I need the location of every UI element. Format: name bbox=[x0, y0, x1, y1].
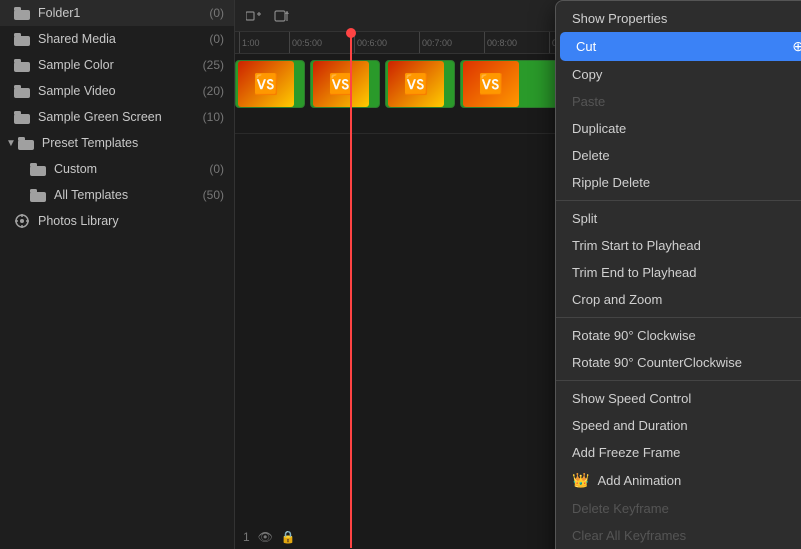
sidebar-item-custom-count: (0) bbox=[209, 162, 224, 176]
menu-item-crop-zoom[interactable]: Crop and Zoom bbox=[556, 286, 801, 313]
folder-icon-video bbox=[14, 83, 30, 99]
eye-icon[interactable]: 👁 bbox=[258, 530, 273, 544]
sidebar-item-folder1-count: (0) bbox=[209, 6, 224, 20]
sidebar-item-color-label: Sample Color bbox=[38, 58, 199, 72]
menu-item-clear-keyframes: Clear All Keyframes bbox=[556, 522, 801, 549]
ruler-mark-4: 00:7:00 bbox=[419, 32, 484, 53]
rotate-ccw-label: Rotate 90° CounterClockwise bbox=[572, 355, 742, 370]
menu-item-freeze-frame[interactable]: Add Freeze Frame bbox=[556, 439, 801, 466]
menu-item-show-properties[interactable]: Show Properties bbox=[556, 5, 801, 32]
ruler-mark-1: 1:00 bbox=[239, 32, 289, 53]
separator-2 bbox=[556, 317, 801, 318]
sidebar-item-all-label: All Templates bbox=[54, 188, 199, 202]
track-clip-3[interactable]: 🆚 bbox=[385, 60, 455, 108]
split-label: Split bbox=[572, 211, 597, 226]
ruler-mark-2: 00:5:00 bbox=[289, 32, 354, 53]
sidebar-item-all-count: (50) bbox=[203, 188, 224, 202]
sidebar-item-shared-media[interactable]: Shared Media (0) bbox=[0, 26, 234, 52]
add-animation-label: Add Animation bbox=[597, 473, 681, 488]
sidebar-item-shared-label: Shared Media bbox=[38, 32, 205, 46]
crop-zoom-label: Crop and Zoom bbox=[572, 292, 662, 307]
menu-item-split[interactable]: Split bbox=[556, 205, 801, 232]
sidebar-item-green-count: (10) bbox=[203, 110, 224, 124]
folder-icon bbox=[14, 5, 30, 21]
import-button[interactable] bbox=[271, 5, 293, 27]
separator-1 bbox=[556, 200, 801, 201]
lock-icon[interactable]: 🔒 bbox=[281, 530, 296, 544]
speed-duration-label: Speed and Duration bbox=[572, 418, 688, 433]
status-bar: 1 👁 🔒 bbox=[235, 526, 304, 548]
copy-label: Copy bbox=[572, 67, 602, 82]
sidebar-item-green-screen[interactable]: Sample Green Screen (10) bbox=[0, 104, 234, 130]
menu-item-rotate-ccw[interactable]: Rotate 90° CounterClockwise bbox=[556, 349, 801, 376]
chevron-down-icon: ▼ bbox=[6, 138, 16, 149]
sidebar-item-custom[interactable]: Custom (0) bbox=[0, 156, 234, 182]
menu-item-copy[interactable]: Copy bbox=[556, 61, 801, 88]
delete-keyframe-label: Delete Keyframe bbox=[572, 501, 669, 516]
trim-start-label: Trim Start to Playhead bbox=[572, 238, 701, 253]
clip-thumbnail-4: 🆚 bbox=[463, 61, 519, 107]
menu-item-trim-start[interactable]: Trim Start to Playhead bbox=[556, 232, 801, 259]
show-speed-label: Show Speed Control bbox=[572, 391, 691, 406]
menu-item-delete[interactable]: Delete bbox=[556, 142, 801, 169]
menu-item-speed-duration[interactable]: Speed and Duration bbox=[556, 412, 801, 439]
show-properties-label: Show Properties bbox=[572, 11, 667, 26]
folder-icon-green bbox=[14, 109, 30, 125]
folder-icon-preset bbox=[18, 135, 34, 151]
paste-label: Paste bbox=[572, 94, 605, 109]
menu-item-cut[interactable]: Cut ⊕ bbox=[560, 32, 801, 61]
frame-number: 1 bbox=[243, 530, 250, 544]
sidebar-item-sample-video[interactable]: Sample Video (20) bbox=[0, 78, 234, 104]
sidebar-item-sample-color[interactable]: Sample Color (25) bbox=[0, 52, 234, 78]
sidebar-item-video-label: Sample Video bbox=[38, 84, 199, 98]
menu-item-rotate-cw[interactable]: Rotate 90° Clockwise bbox=[556, 322, 801, 349]
trim-end-label: Trim End to Playhead bbox=[572, 265, 697, 280]
rotate-cw-label: Rotate 90° Clockwise bbox=[572, 328, 696, 343]
sidebar-item-custom-label: Custom bbox=[54, 162, 205, 176]
gear-icon-photos bbox=[14, 213, 30, 229]
sidebar-item-color-count: (25) bbox=[203, 58, 224, 72]
sidebar-item-photos-library[interactable]: Photos Library bbox=[0, 208, 234, 234]
sidebar-item-photos-label: Photos Library bbox=[38, 214, 224, 228]
folder-icon-shared bbox=[14, 31, 30, 47]
menu-item-add-animation[interactable]: 👑 Add Animation bbox=[556, 466, 801, 495]
freeze-frame-label: Add Freeze Frame bbox=[572, 445, 680, 460]
move-cursor-icon: ⊕ bbox=[792, 38, 801, 55]
menu-item-paste: Paste bbox=[556, 88, 801, 115]
clip-thumbnail-2: 🆚 bbox=[313, 61, 369, 107]
menu-item-show-speed[interactable]: Show Speed Control bbox=[556, 385, 801, 412]
folder-icon-custom bbox=[30, 161, 46, 177]
sidebar-item-all-templates[interactable]: All Templates (50) bbox=[0, 182, 234, 208]
cut-label: Cut bbox=[576, 39, 596, 54]
menu-item-delete-keyframe: Delete Keyframe bbox=[556, 495, 801, 522]
sidebar: Folder1 (0) Shared Media (0) Sample Colo… bbox=[0, 0, 235, 549]
sidebar-item-preset-label: Preset Templates bbox=[42, 136, 220, 150]
main-area: 1:00 00:5:00 00:6:00 00:7:00 00:8:00 00:… bbox=[235, 0, 801, 549]
crown-icon: 👑 bbox=[572, 472, 589, 489]
context-menu: Show Properties Cut ⊕ Copy Paste Duplica… bbox=[555, 0, 801, 549]
clip-thumbnail-1: 🆚 bbox=[238, 61, 294, 107]
separator-3 bbox=[556, 380, 801, 381]
sidebar-item-shared-count: (0) bbox=[209, 32, 224, 46]
sidebar-item-video-count: (20) bbox=[203, 84, 224, 98]
sidebar-item-folder1-label: Folder1 bbox=[38, 6, 205, 20]
sidebar-item-green-label: Sample Green Screen bbox=[38, 110, 199, 124]
folder-icon-color bbox=[14, 57, 30, 73]
duplicate-label: Duplicate bbox=[572, 121, 626, 136]
ripple-delete-label: Ripple Delete bbox=[572, 175, 650, 190]
menu-item-duplicate[interactable]: Duplicate bbox=[556, 115, 801, 142]
menu-item-ripple-delete[interactable]: Ripple Delete bbox=[556, 169, 801, 196]
clip-thumbnail-3: 🆚 bbox=[388, 61, 444, 107]
menu-item-trim-end[interactable]: Trim End to Playhead bbox=[556, 259, 801, 286]
track-clip-1[interactable]: 🆚 bbox=[235, 60, 305, 108]
ruler-mark-5: 00:8:00 bbox=[484, 32, 549, 53]
delete-label: Delete bbox=[572, 148, 610, 163]
folder-icon-all bbox=[30, 187, 46, 203]
ruler-mark-3: 00:6:00 bbox=[354, 32, 419, 53]
add-track-button[interactable] bbox=[243, 5, 265, 27]
sidebar-item-preset-templates[interactable]: ▼ Preset Templates bbox=[0, 130, 234, 156]
clear-keyframes-label: Clear All Keyframes bbox=[572, 528, 686, 543]
track-clip-2[interactable]: 🆚 bbox=[310, 60, 380, 108]
sidebar-item-folder1[interactable]: Folder1 (0) bbox=[0, 0, 234, 26]
